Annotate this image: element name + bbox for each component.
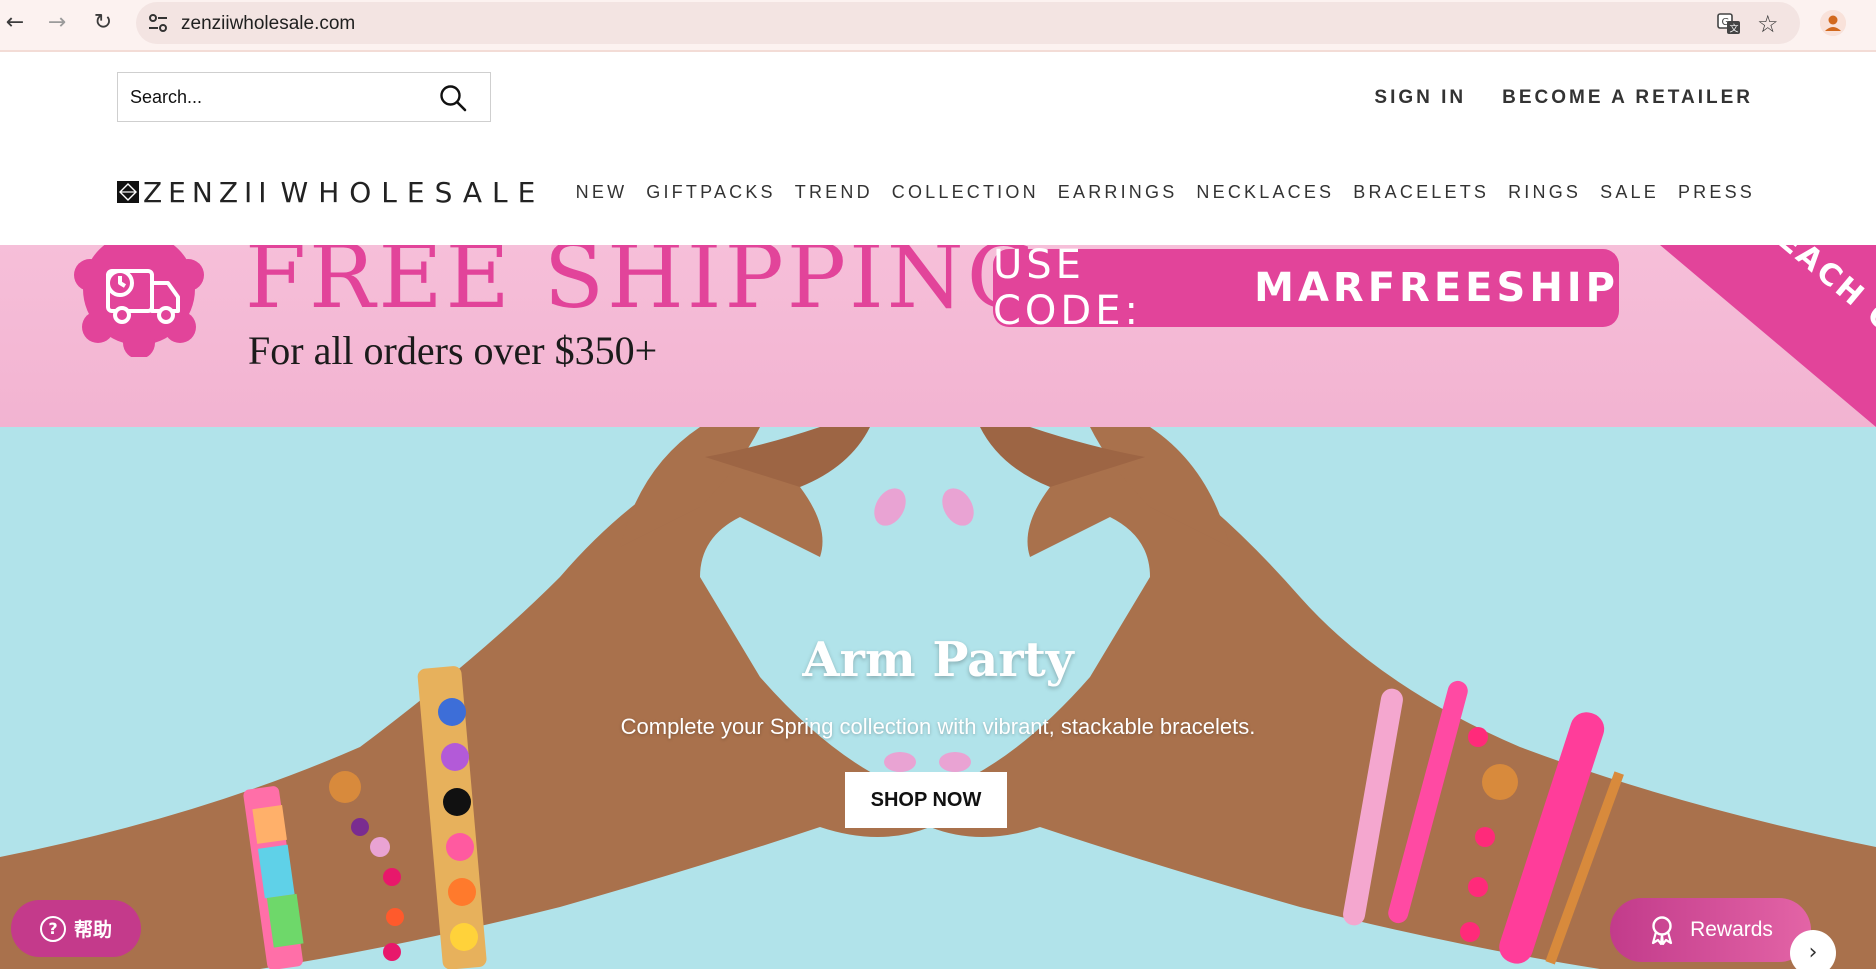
carousel-next-icon[interactable]: ›: [1790, 930, 1836, 969]
promo-subline: For all orders over $350+: [248, 328, 658, 373]
rewards-button[interactable]: Rewards: [1610, 898, 1811, 962]
reload-icon[interactable]: ↻: [90, 10, 116, 36]
nav-item-rings[interactable]: RINGS: [1508, 182, 1581, 203]
main-nav: NEW GIFTPACKS TREND COLLECTION EARRINGS …: [576, 182, 1755, 203]
nav-item-collection[interactable]: COLLECTION: [892, 182, 1039, 203]
hero-image: [0, 427, 1876, 969]
rewards-ribbon-icon: [1651, 916, 1673, 945]
search-input[interactable]: [130, 73, 430, 121]
account-links: SIGN IN BECOME A RETAILER: [1374, 87, 1753, 109]
nav-item-press[interactable]: PRESS: [1678, 182, 1755, 203]
logo-brand: ZENZII: [143, 175, 273, 209]
promo-code-pill: USE CODE: MARFREESHIP: [993, 245, 1619, 334]
hero-title: Arm Party: [802, 632, 1074, 688]
address-bar[interactable]: zenziiwholesale.com G 文 ☆: [136, 2, 1800, 44]
bookmark-star-icon[interactable]: ☆: [1757, 11, 1783, 37]
hero-subtitle: Complete your Spring collection with vib…: [620, 714, 1256, 739]
free-shipping-banner[interactable]: FREE SHIPPING For all orders over $350+ …: [0, 245, 1876, 427]
help-button[interactable]: ? 帮助: [11, 900, 141, 957]
promo-code-label: USE CODE:: [993, 245, 1142, 334]
help-icon: ?: [39, 915, 66, 942]
hero-banner: Arm Party Complete your Spring collectio…: [0, 427, 1876, 969]
logo-mark-icon: [117, 181, 139, 203]
site-logo[interactable]: ZENZII WHOLESALE: [117, 175, 546, 209]
url-text[interactable]: zenziiwholesale.com: [181, 13, 355, 35]
back-icon[interactable]: ←: [2, 10, 28, 36]
site-settings-icon[interactable]: [146, 11, 170, 35]
nav-item-earrings[interactable]: EARRINGS: [1058, 182, 1178, 203]
delivery-truck-icon: [74, 245, 204, 357]
promo-code-value: MARFREESHIP: [1254, 265, 1619, 311]
search-box[interactable]: [117, 72, 491, 122]
rewards-label: Rewards: [1690, 918, 1773, 941]
nav-item-new[interactable]: NEW: [576, 182, 628, 203]
search-icon[interactable]: [438, 83, 468, 113]
become-retailer-link[interactable]: BECOME A RETAILER: [1502, 87, 1753, 109]
browser-toolbar: ← → ↻ zenziiwholesale.com G 文 ☆: [0, 0, 1876, 52]
nav-item-giftpacks[interactable]: GIFTPACKS: [646, 182, 775, 203]
nav-item-trend[interactable]: TREND: [795, 182, 873, 203]
nav-item-sale[interactable]: SALE: [1600, 182, 1659, 203]
shop-now-button[interactable]: SHOP NOW: [845, 772, 1007, 828]
sign-in-link[interactable]: SIGN IN: [1374, 87, 1466, 109]
translate-icon[interactable]: G 文: [1716, 11, 1742, 37]
promo-corner-ribbon: EACH ONLY: [1660, 245, 1876, 427]
site-header: SIGN IN BECOME A RETAILER ZENZII WHOLESA…: [0, 52, 1876, 245]
nav-item-necklaces[interactable]: NECKLACES: [1196, 182, 1334, 203]
promo-headline: FREE SHIPPING: [245, 245, 1041, 328]
logo-suffix: WHOLESALE: [280, 175, 546, 209]
forward-icon[interactable]: →: [44, 10, 70, 36]
nav-item-bracelets[interactable]: BRACELETS: [1353, 182, 1489, 203]
help-label: 帮助: [73, 919, 112, 941]
svg-text:文: 文: [1730, 23, 1739, 35]
profile-avatar-icon[interactable]: [1820, 10, 1846, 36]
